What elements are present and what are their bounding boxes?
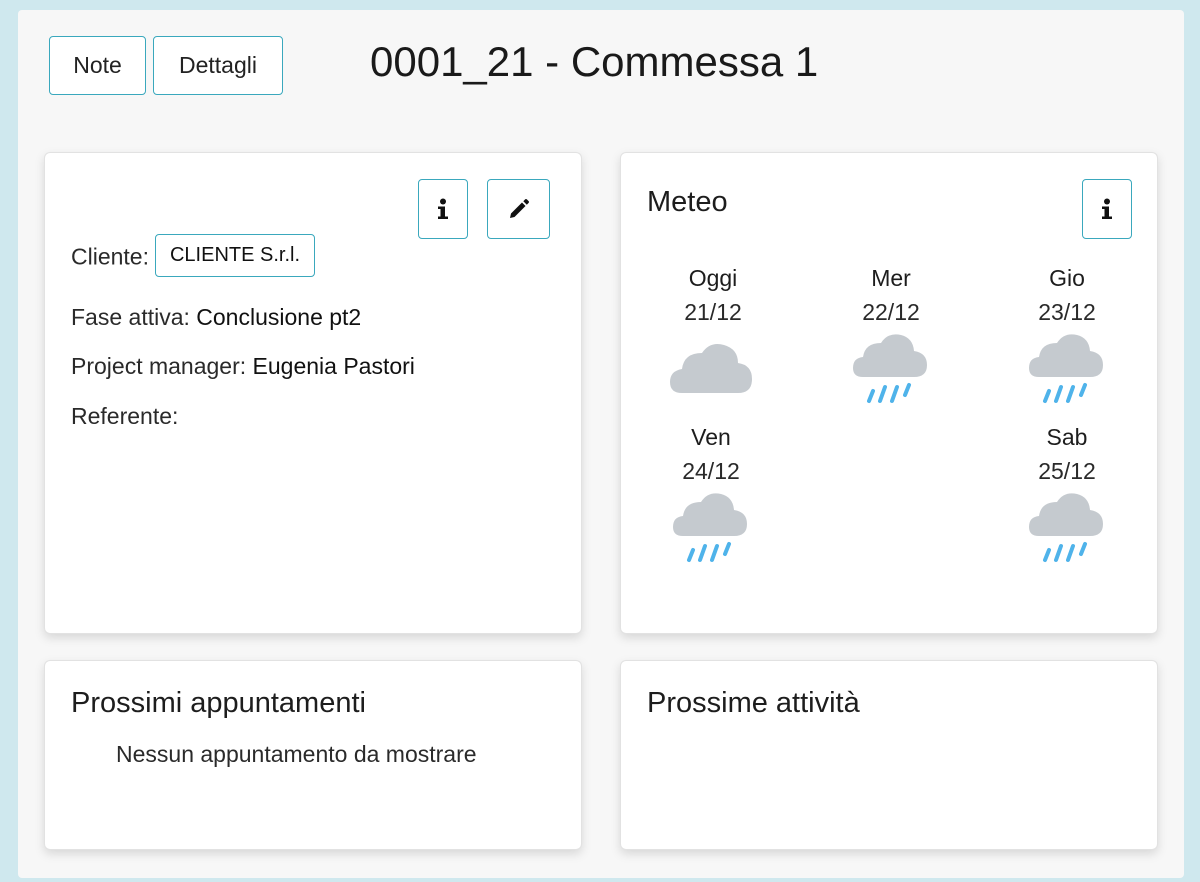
fase-label: Fase attiva: xyxy=(71,304,190,330)
meteo-info-button[interactable] xyxy=(1082,179,1132,239)
day-date: 23/12 xyxy=(1038,299,1096,325)
rain-icon xyxy=(1029,493,1103,562)
referente-label: Referente: xyxy=(71,403,179,429)
weather-day: Ven 24/12 xyxy=(651,424,771,568)
pencil-icon xyxy=(509,199,529,218)
day-date: 22/12 xyxy=(862,299,920,325)
pm-value: Eugenia Pastori xyxy=(252,353,415,379)
rain-icon xyxy=(673,493,747,562)
note-button[interactable]: Note xyxy=(49,36,146,95)
appuntamenti-empty-message: Nessun appuntamento da mostrare xyxy=(116,741,477,767)
fase-value: Conclusione pt2 xyxy=(196,304,362,330)
weather-day: Mer 22/12 xyxy=(831,265,951,409)
appuntamenti-title: Prossimi appuntamenti xyxy=(71,687,366,719)
info-icon xyxy=(438,198,448,219)
page-title: 0001_21 - Commessa 1 xyxy=(370,38,819,85)
fase-row: Fase attiva: Conclusione pt2 xyxy=(71,304,361,331)
weather-day: Sab 25/12 xyxy=(1007,424,1127,568)
attivita-card: Prossime attività xyxy=(620,660,1158,850)
day-date: 24/12 xyxy=(682,458,740,484)
weather-day: Oggi 21/12 xyxy=(653,265,773,397)
info-icon xyxy=(1102,198,1112,219)
attivita-title: Prossime attività xyxy=(647,687,860,719)
rain-icon xyxy=(853,334,927,403)
rain-icon xyxy=(1029,334,1103,403)
cliente-link[interactable]: CLIENTE S.r.l. xyxy=(154,234,316,277)
dettagli-button[interactable]: Dettagli xyxy=(153,36,283,95)
meteo-card: Meteo Oggi 21/12 Mer 22/12 Gio 23/12 Ven… xyxy=(620,152,1158,634)
meteo-title: Meteo xyxy=(647,186,728,218)
edit-button[interactable] xyxy=(487,179,550,239)
day-name: Mer xyxy=(871,265,911,291)
project-info-card: Cliente: CLIENTE S.r.l. Fase attiva: Conc… xyxy=(44,152,582,634)
referente-row: Referente: xyxy=(71,403,178,430)
cliente-row: Cliente: CLIENTE S.r.l. xyxy=(71,234,316,280)
day-date: 25/12 xyxy=(1038,458,1096,484)
day-name: Sab xyxy=(1046,424,1088,450)
weather-day: Gio 23/12 xyxy=(1007,265,1127,409)
pm-label: Project manager: xyxy=(71,353,247,379)
day-date: 21/12 xyxy=(684,299,742,325)
day-name: Oggi xyxy=(688,265,738,291)
page-container: Note Dettagli 0001_21 - Commessa 1 Clien… xyxy=(18,10,1184,878)
day-name: Ven xyxy=(691,424,731,450)
info-button[interactable] xyxy=(418,179,468,239)
appuntamenti-card: Prossimi appuntamenti Nessun appuntament… xyxy=(44,660,582,850)
cloud-icon xyxy=(670,344,752,393)
pm-row: Project manager: Eugenia Pastori xyxy=(71,353,415,380)
day-name: Gio xyxy=(1049,265,1085,291)
cliente-label: Cliente: xyxy=(71,243,149,270)
